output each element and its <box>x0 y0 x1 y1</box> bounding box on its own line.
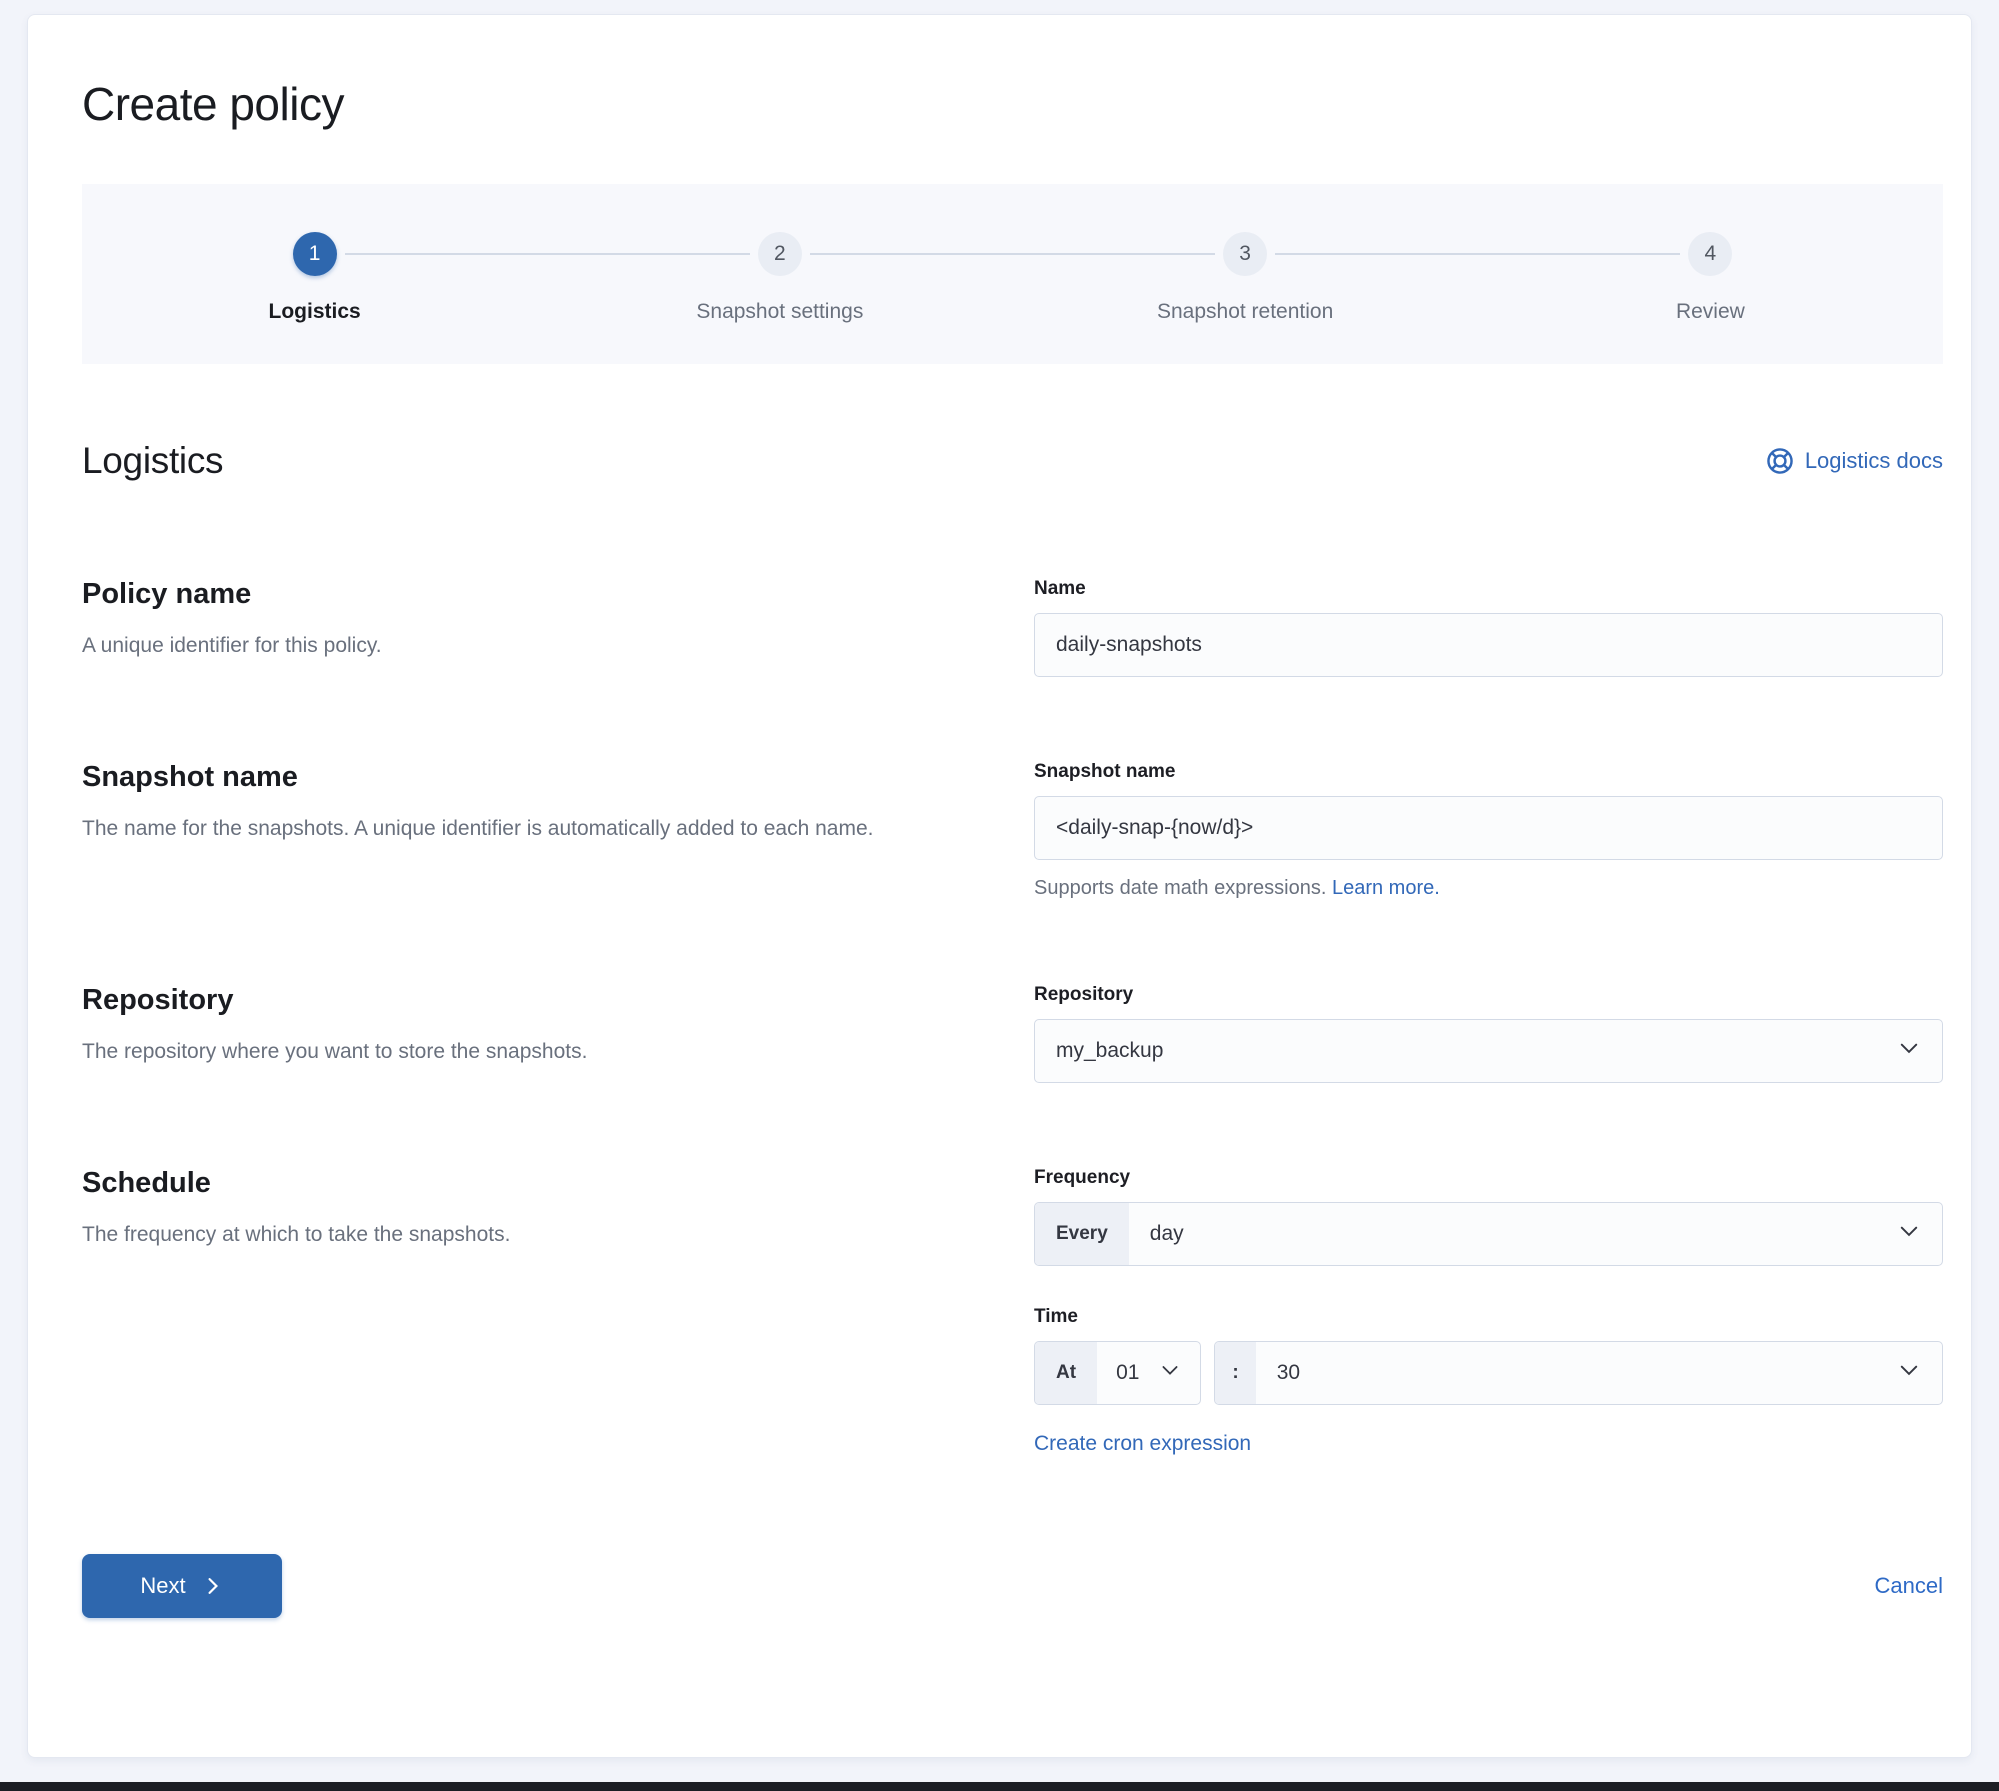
step-number-badge: 3 <box>1223 232 1268 276</box>
hour-select[interactable]: 01 <box>1097 1342 1200 1404</box>
page-title: Create policy <box>82 78 344 130</box>
help-docs-icon <box>1766 447 1794 475</box>
snapshot-name-field-label: Snapshot name <box>1034 761 1176 782</box>
repository-heading: Repository <box>82 984 234 1016</box>
step-label: Logistics <box>268 300 361 323</box>
create-cron-expression-link[interactable]: Create cron expression <box>1034 1432 1251 1456</box>
policy-name-row: Policy name A unique identifier for this… <box>82 578 1943 677</box>
policy-name-description: A unique identifier for this policy. <box>82 634 382 657</box>
schedule-description: The frequency at which to take the snaps… <box>82 1223 511 1246</box>
schedule-row: Schedule The frequency at which to take … <box>82 1167 1943 1456</box>
snapshot-name-heading: Snapshot name <box>82 761 298 793</box>
repository-select[interactable]: my_backup <box>1034 1019 1943 1083</box>
step-snapshot-settings[interactable]: 2 Snapshot settings <box>547 232 1013 324</box>
step-number-badge: 2 <box>757 232 802 276</box>
chevron-down-icon <box>1897 1036 1921 1066</box>
schedule-heading: Schedule <box>82 1167 211 1199</box>
frequency-prepend-label: Every <box>1035 1203 1129 1265</box>
snapshot-name-row: Snapshot name The name for the snapshots… <box>82 761 1943 900</box>
repository-row: Repository The repository where you want… <box>82 984 1943 1083</box>
frequency-control: Every day <box>1034 1202 1943 1266</box>
step-number-badge: 4 <box>1688 232 1733 276</box>
create-policy-card: Create policy 1 Logistics 2 Snapshot set… <box>27 14 1972 1758</box>
snapshot-name-input[interactable] <box>1034 796 1943 860</box>
chevron-right-icon <box>202 1575 224 1597</box>
next-button[interactable]: Next <box>82 1554 282 1618</box>
minute-selected-value: 30 <box>1276 1361 1301 1384</box>
cancel-link[interactable]: Cancel <box>1875 1573 1943 1599</box>
step-label: Review <box>1675 300 1745 323</box>
chevron-down-icon <box>1159 1359 1181 1387</box>
policy-name-heading: Policy name <box>82 578 252 610</box>
step-logistics[interactable]: 1 Logistics <box>82 232 548 324</box>
repository-selected-value: my_backup <box>1056 1039 1164 1062</box>
wizard-stepper: 1 Logistics 2 Snapshot settings 3 Snapsh… <box>82 184 1943 364</box>
step-snapshot-retention[interactable]: 3 Snapshot retention <box>1012 232 1479 324</box>
time-field-label: Time <box>1034 1306 1079 1327</box>
learn-more-link[interactable]: Learn more. <box>1332 877 1440 899</box>
frequency-field-label: Frequency <box>1034 1167 1131 1188</box>
logistics-docs-link[interactable]: Logistics docs <box>1766 447 1943 475</box>
hour-control: At 01 <box>1034 1341 1202 1405</box>
time-separator: : <box>1215 1342 1256 1404</box>
next-button-label: Next <box>140 1573 186 1598</box>
name-field-label: Name <box>1034 578 1086 599</box>
minute-select[interactable]: 30 <box>1256 1342 1942 1404</box>
policy-name-input[interactable] <box>1034 613 1943 677</box>
repository-field-label: Repository <box>1034 984 1134 1005</box>
snapshot-name-help-text: Supports date math expressions. <box>1034 877 1327 899</box>
repository-description: The repository where you want to store t… <box>82 1040 588 1063</box>
frequency-selected-value: day <box>1149 1222 1184 1245</box>
step-number-badge: 1 <box>292 232 337 276</box>
bottom-edge-bar <box>0 1782 1999 1791</box>
frequency-select[interactable]: day <box>1129 1203 1942 1265</box>
minute-control: : 30 <box>1214 1341 1943 1405</box>
snapshot-name-description: The name for the snapshots. A unique ide… <box>82 817 874 840</box>
step-review[interactable]: 4 Review <box>1477 232 1943 324</box>
hour-selected-value: 01 <box>1116 1361 1140 1384</box>
logistics-docs-label: Logistics docs <box>1804 448 1943 473</box>
time-prepend-label: At <box>1035 1342 1098 1404</box>
chevron-down-icon <box>1897 1358 1921 1388</box>
chevron-down-icon <box>1897 1219 1921 1249</box>
step-label: Snapshot retention <box>1156 300 1334 323</box>
section-title: Logistics <box>82 440 224 481</box>
step-label: Snapshot settings <box>696 300 864 323</box>
